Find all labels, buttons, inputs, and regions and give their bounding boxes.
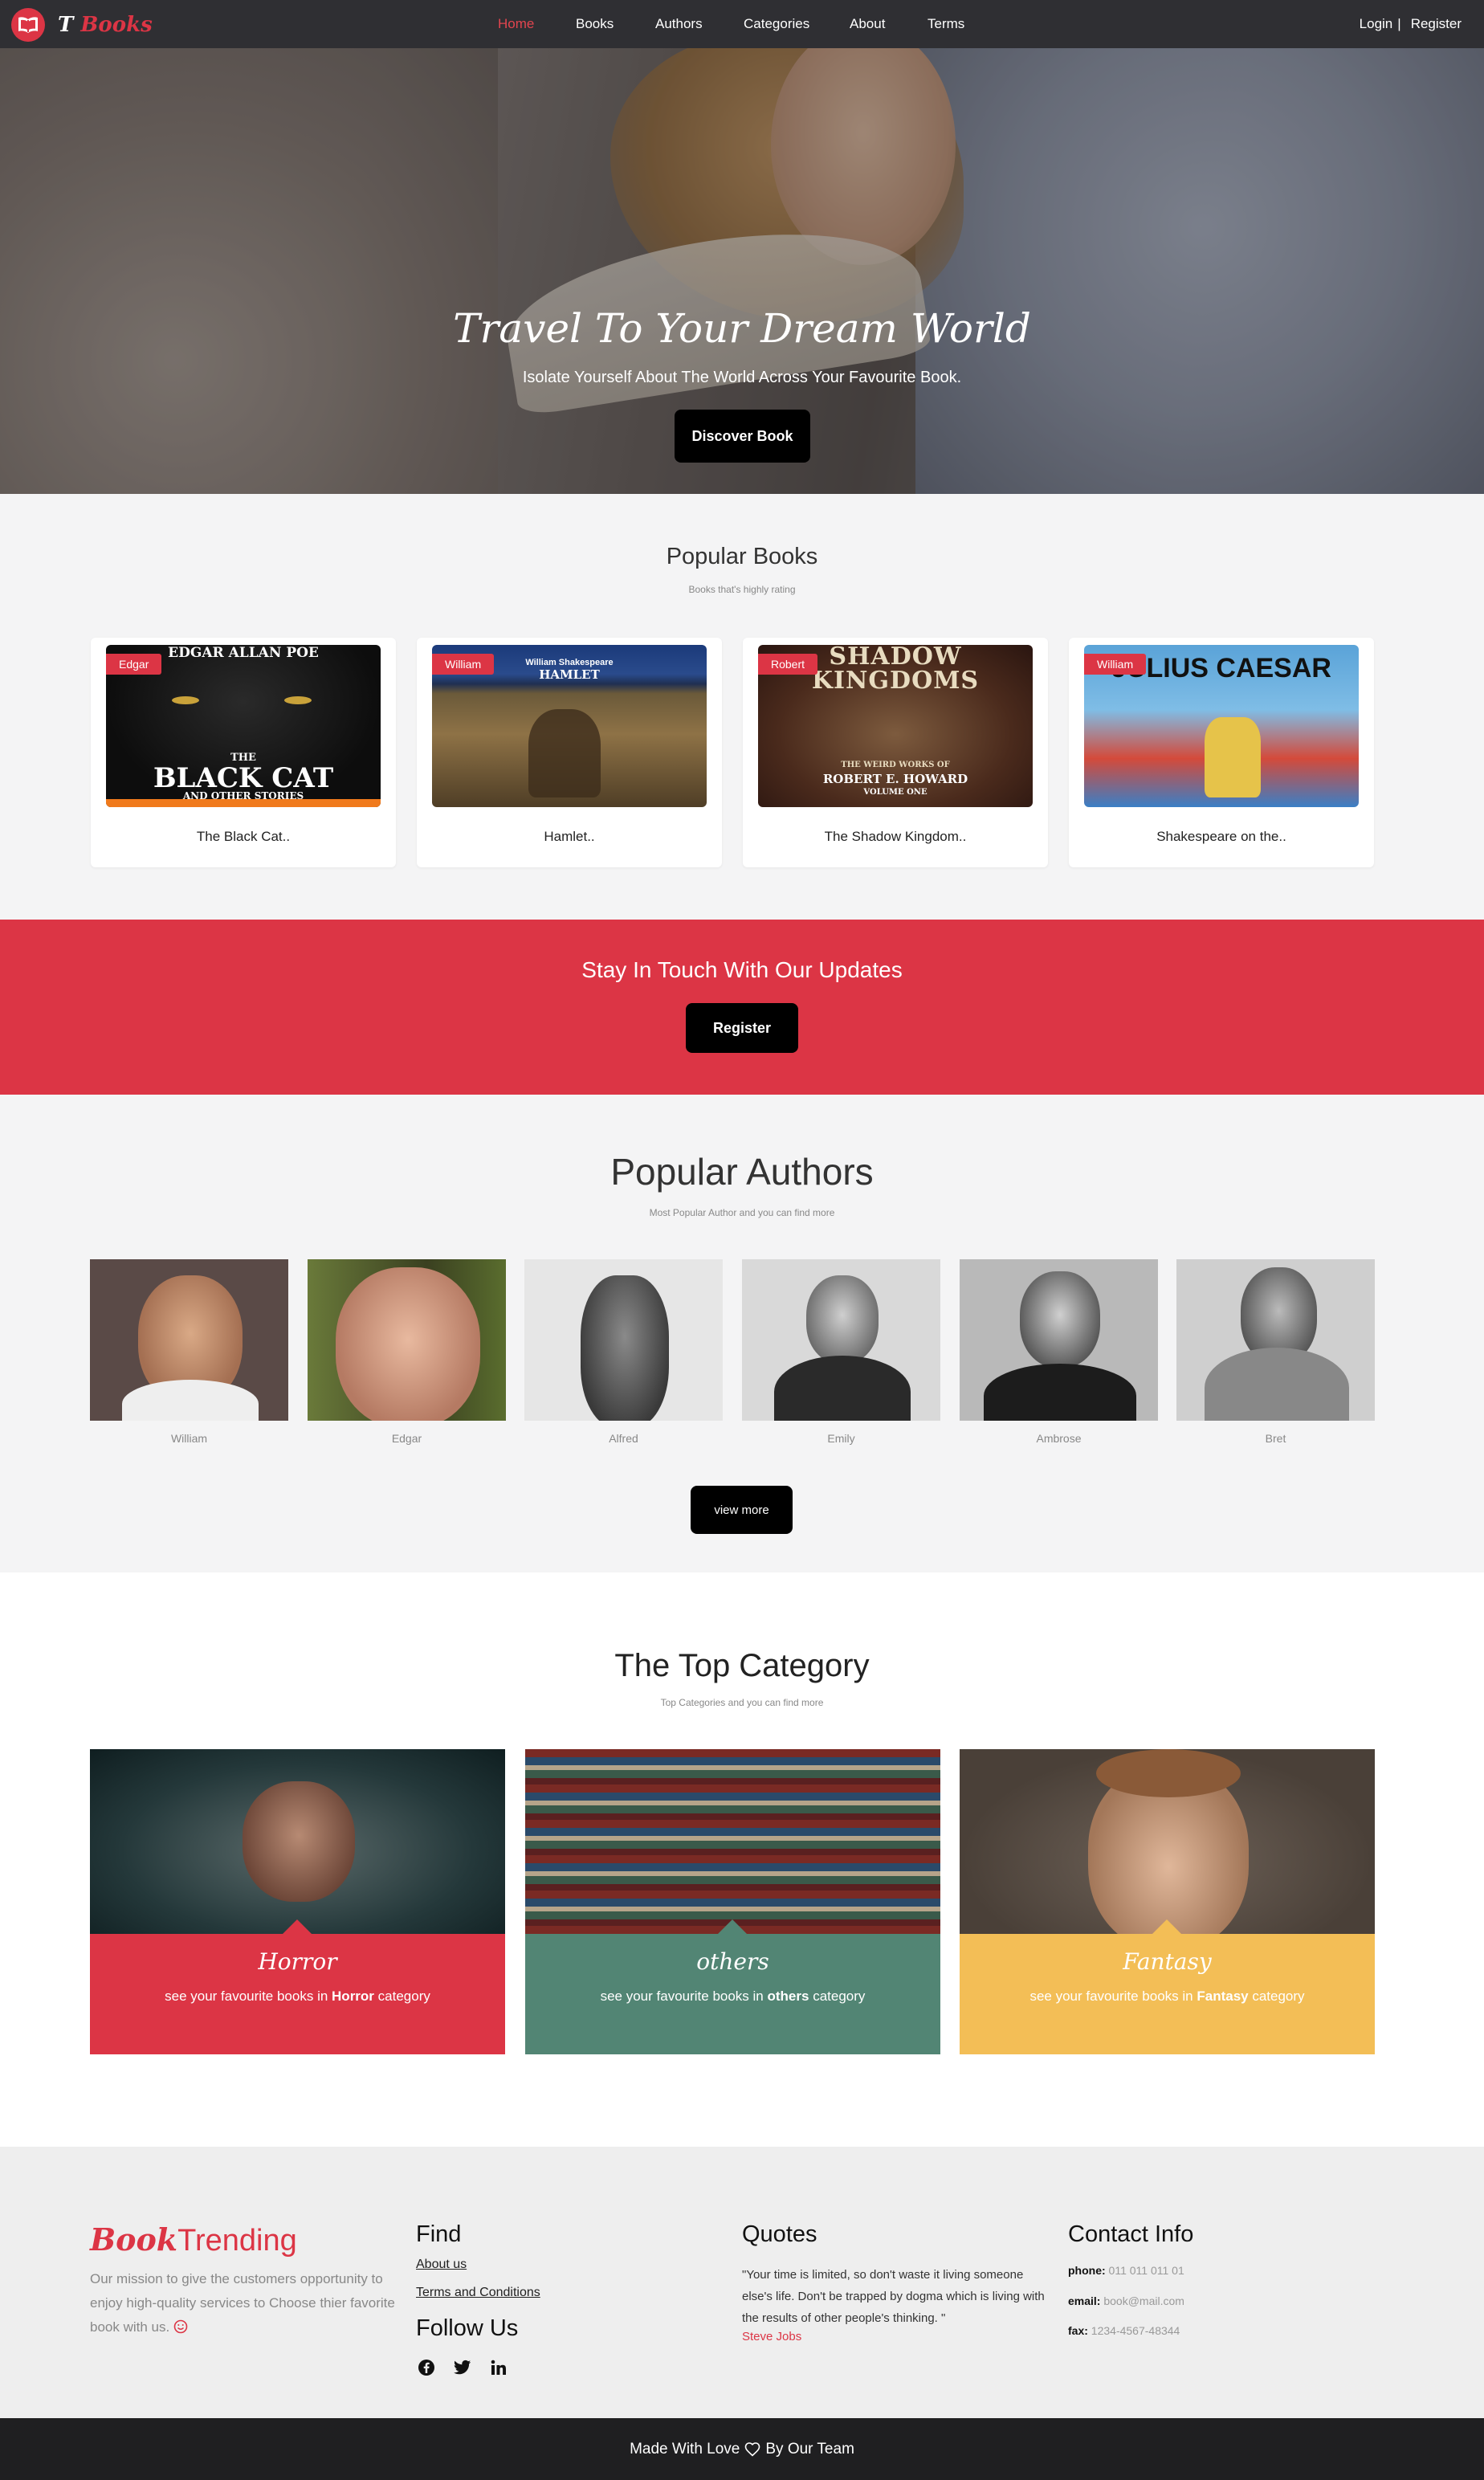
author-badge: Robert (758, 654, 818, 675)
register-link[interactable]: Register (1411, 16, 1462, 32)
book-title: The Black Cat.. (196, 829, 291, 844)
category-panel: others see your favourite books in other… (525, 1919, 940, 2054)
category-description: see your favourite books in others categ… (600, 1988, 866, 2004)
book-card[interactable]: JULIUS CAESAR William Shakespeare on the… (1069, 638, 1374, 867)
popular-books-title: Popular Books (666, 544, 818, 569)
auth-links: Login | Register (1360, 0, 1462, 48)
nav-categories[interactable]: Categories (744, 16, 809, 32)
author-name: Emily (827, 1432, 855, 1445)
category-name: Fantasy (1123, 1948, 1212, 1975)
contact-email: email: book@mail.com (1068, 2294, 1184, 2307)
footer-brand: BookTrending (90, 2221, 297, 2258)
author-card[interactable]: Alfred (524, 1259, 723, 1445)
category-card-fantasy[interactable]: Fantasy see your favourite books in Fant… (960, 1749, 1375, 2054)
author-card[interactable]: Bret (1176, 1259, 1375, 1445)
popular-authors-title: Popular Authors (610, 1151, 874, 1193)
category-panel: Fantasy see your favourite books in Fant… (960, 1919, 1375, 2054)
about-us-link[interactable]: About us (416, 2258, 467, 2272)
linkedin-icon[interactable] (488, 2357, 509, 2378)
author-card[interactable]: William (90, 1259, 288, 1445)
book-card[interactable]: SHADOW KINGDOMS THE WEIRD WORKS OF ROBER… (743, 638, 1048, 867)
footer: BookTrending Our mission to give the cus… (0, 2147, 1484, 2418)
find-title: Find (416, 2221, 462, 2247)
category-description: see your favourite books in Fantasy cate… (1029, 1988, 1305, 2004)
quotes-title: Quotes (742, 2221, 817, 2247)
bottom-bar: Made With Love By Our Team (0, 2418, 1484, 2480)
author-card[interactable]: Edgar (308, 1259, 506, 1445)
hero-banner: Travel To Your Dream World Isolate Yours… (0, 0, 1484, 494)
author-photo (90, 1259, 288, 1421)
book-title: Shakespeare on the.. (1156, 829, 1286, 844)
popular-authors-subtitle: Most Popular Author and you can find mor… (649, 1207, 835, 1218)
navbar: T Books Home Books Authors Categories Ab… (0, 0, 1484, 48)
author-photo (960, 1259, 1158, 1421)
register-button[interactable]: Register (686, 1003, 798, 1053)
hero-title: Travel To Your Dream World (453, 305, 1031, 352)
category-image (90, 1749, 505, 1934)
category-name: others (696, 1948, 769, 1975)
heart-icon (744, 2441, 760, 2457)
nav-terms[interactable]: Terms (928, 16, 964, 32)
author-photo (524, 1259, 723, 1421)
category-image (960, 1749, 1375, 1934)
author-card[interactable]: Ambrose (960, 1259, 1158, 1445)
author-name: William (170, 1432, 208, 1445)
author-photo (1176, 1259, 1375, 1421)
category-name: Horror (258, 1948, 337, 1975)
nav-separator: | (1397, 16, 1401, 31)
author-photo (308, 1259, 506, 1421)
login-link[interactable]: Login (1360, 16, 1393, 32)
quote-author: Steve Jobs (742, 2330, 802, 2343)
open-book-icon (11, 8, 45, 42)
author-card[interactable]: Emily (742, 1259, 940, 1445)
nav-books[interactable]: Books (576, 16, 614, 32)
category-image (525, 1749, 940, 1934)
book-title: The Shadow Kingdom.. (824, 829, 967, 844)
follow-us-title: Follow Us (416, 2315, 519, 2341)
smile-icon (173, 2318, 188, 2342)
twitter-icon[interactable] (452, 2357, 473, 2378)
popular-books-subtitle: Books that's highly rating (688, 584, 796, 595)
author-badge: William (1084, 654, 1147, 675)
top-category-subtitle: Top Categories and you can find more (660, 1697, 824, 1708)
author-photo (742, 1259, 940, 1421)
nav-home[interactable]: Home (498, 16, 534, 32)
nav-about[interactable]: About (850, 16, 885, 32)
book-card[interactable]: EDGAR ALLAN POE THE BLACK CAT AND OTHER … (91, 638, 396, 867)
top-category-title: The Top Category (614, 1648, 870, 1683)
category-card-others[interactable]: others see your favourite books in other… (525, 1749, 940, 2054)
contact-info-title: Contact Info (1068, 2221, 1194, 2247)
social-links (416, 2357, 524, 2378)
cta-title: Stay In Touch With Our Updates (581, 957, 903, 982)
hero-subtitle: Isolate Yourself About The World Across … (522, 369, 962, 386)
view-more-button[interactable]: view more (691, 1486, 793, 1534)
book-title: Hamlet.. (544, 829, 595, 844)
author-badge: William (432, 654, 495, 675)
category-description: see your favourite books in Horror categ… (165, 1988, 430, 2004)
author-name: Edgar (391, 1432, 422, 1445)
quote-text: "Your time is limited, so don't waste it… (742, 2268, 1045, 2325)
book-card[interactable]: William Shakespeare HAMLET William Hamle… (417, 638, 722, 867)
nav-authors[interactable]: Authors (655, 16, 703, 32)
author-name: Ambrose (1036, 1432, 1082, 1445)
author-name: Alfred (609, 1432, 638, 1445)
contact-phone: phone: 011 011 011 01 (1068, 2264, 1184, 2277)
author-badge: Edgar (106, 654, 162, 675)
category-panel: Horror see your favourite books in Horro… (90, 1919, 505, 2054)
logo[interactable]: T Books (11, 8, 153, 42)
newsletter-banner: Stay In Touch With Our Updates Register (0, 920, 1484, 1095)
discover-book-button[interactable]: Discover Book (675, 410, 810, 463)
terms-link[interactable]: Terms and Conditions (416, 2286, 540, 2300)
contact-fax: fax: 1234-4567-48344 (1068, 2324, 1180, 2337)
facebook-icon[interactable] (416, 2357, 437, 2378)
author-name: Bret (1265, 1432, 1286, 1445)
footer-mission: Our mission to give the customers opport… (90, 2267, 403, 2342)
logo-text: T Books (58, 13, 153, 37)
category-card-horror[interactable]: Horror see your favourite books in Horro… (90, 1749, 505, 2054)
